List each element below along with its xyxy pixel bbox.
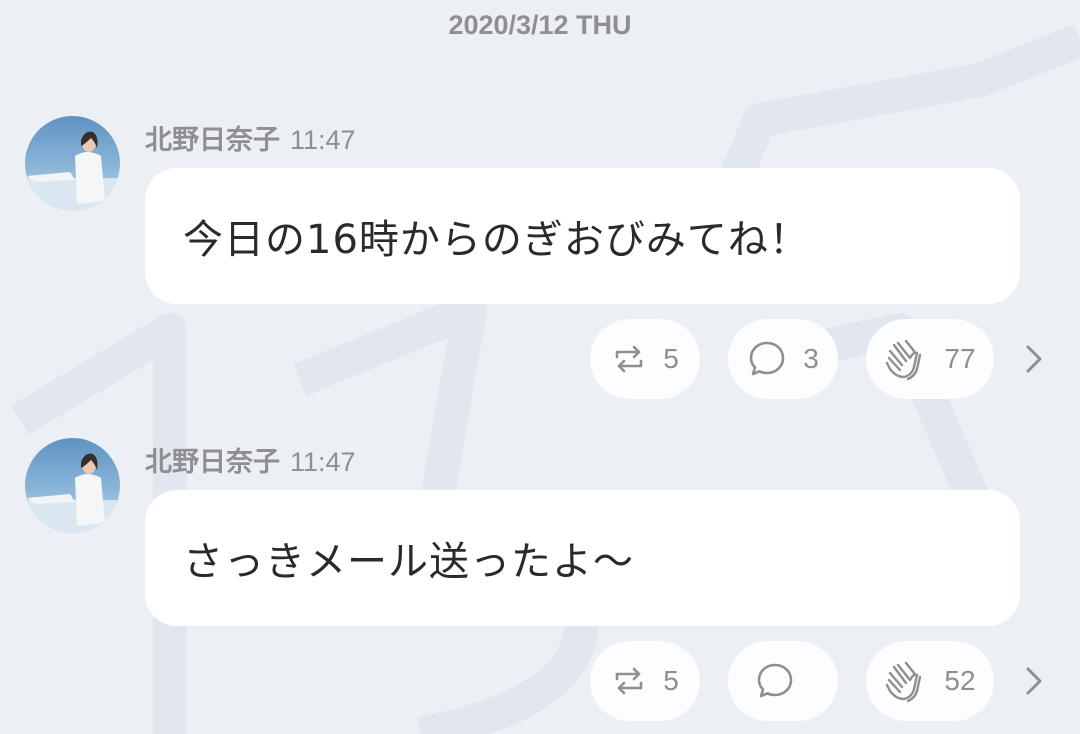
chevron-right-icon[interactable] (1018, 663, 1048, 699)
message-meta: 北野日奈子 11:47 (145, 118, 356, 157)
comment-button[interactable] (728, 641, 838, 721)
repost-button[interactable]: 5 (590, 319, 700, 399)
message-time: 11:47 (290, 447, 356, 477)
avatar[interactable] (25, 116, 120, 211)
repost-count: 5 (663, 665, 679, 696)
message-meta: 北野日奈子 11:47 (145, 440, 356, 479)
clap-hands-icon (886, 661, 922, 703)
clap-count: 52 (944, 665, 976, 696)
chevron-right-icon[interactable] (1018, 341, 1048, 377)
comment-bubble-icon (749, 341, 785, 376)
message-text: 今日の16時からのぎおびみてね！ (183, 217, 810, 263)
message-text: さっきメール送ったよ〜 (183, 539, 634, 585)
message-bubble[interactable]: 今日の16時からのぎおびみてね！ (145, 168, 1020, 304)
repost-icon (615, 667, 643, 695)
author-name[interactable]: 北野日奈子 (145, 447, 280, 478)
message-item: 北野日奈子 11:47 今日の16時からのぎおびみてね！ 5 3 77 (0, 116, 1080, 406)
repost-count: 5 (663, 343, 679, 374)
clap-button[interactable]: 52 (866, 641, 994, 721)
clap-button[interactable]: 77 (866, 319, 994, 399)
avatar[interactable] (25, 438, 120, 533)
comment-bubble-icon (757, 663, 793, 698)
message-bubble[interactable]: さっきメール送ったよ〜 (145, 490, 1020, 626)
clap-count: 77 (944, 343, 976, 374)
repost-icon (615, 345, 643, 373)
author-name[interactable]: 北野日奈子 (145, 125, 280, 156)
repost-button[interactable]: 5 (590, 641, 700, 721)
message-item: 北野日奈子 11:47 さっきメール送ったよ〜 5 52 (0, 438, 1080, 728)
date-header: 2020/3/12 THU (448, 10, 632, 40)
comment-button[interactable]: 3 (728, 319, 838, 399)
comment-count: 3 (803, 343, 819, 374)
reaction-bar: 5 3 77 (590, 319, 1060, 399)
message-time: 11:47 (290, 125, 356, 155)
clap-hands-icon (886, 339, 922, 381)
reaction-bar: 5 52 (590, 641, 1060, 721)
